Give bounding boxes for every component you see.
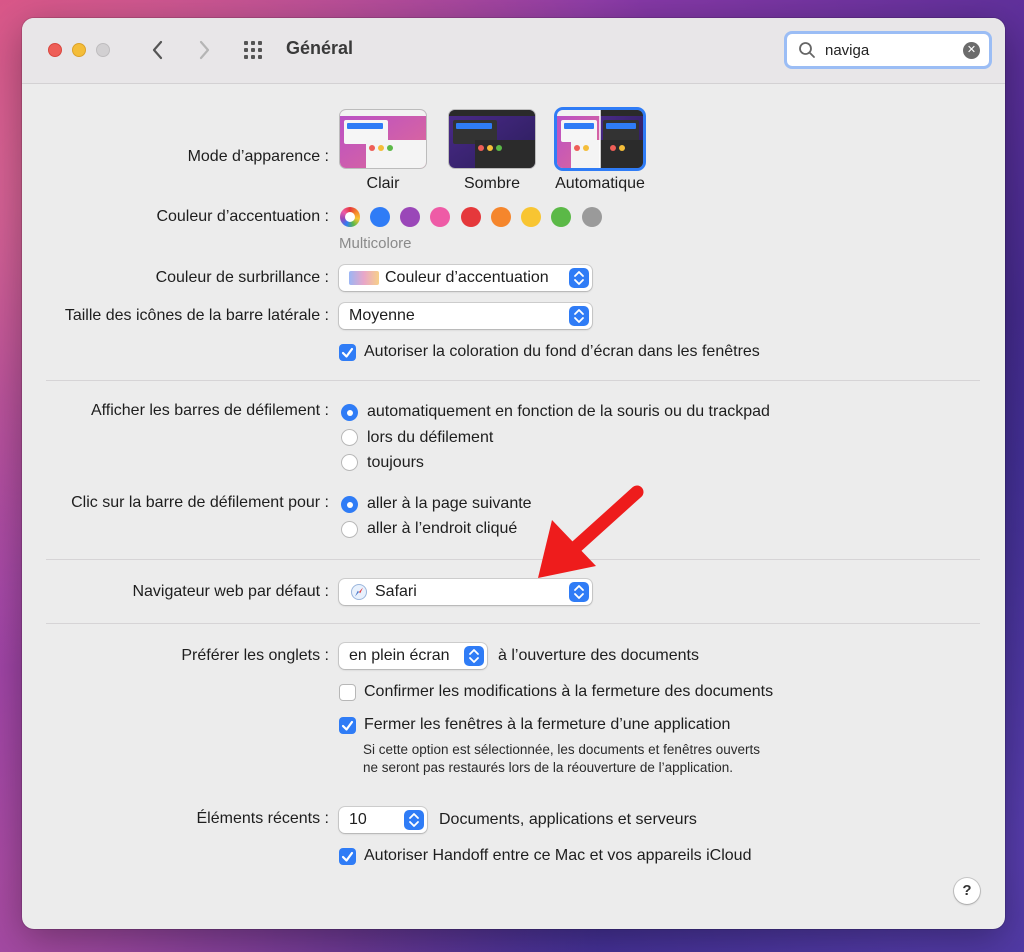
appearance-option-clair: Clair (366, 175, 400, 192)
search-input[interactable]: naviga (825, 42, 869, 59)
accent-swatch-multicolor[interactable] (340, 207, 360, 227)
checkmark-icon (341, 720, 354, 731)
scrollbars-option-always: toujours (367, 454, 424, 471)
handoff-checkbox[interactable] (339, 848, 356, 865)
close-window-button[interactable] (48, 43, 62, 57)
accent-swatch-pink[interactable] (430, 207, 450, 227)
recent-items-popup[interactable]: 10 (339, 807, 427, 833)
scrollbars-radio-scrolling[interactable] (341, 429, 358, 446)
scrollbars-radio-always[interactable] (341, 454, 358, 471)
accent-selected-name: Multicolore (339, 235, 412, 252)
sidebar-icon-size-popup[interactable]: Moyenne (339, 303, 592, 329)
light-mode-preview-icon (340, 110, 426, 168)
popup-stepper-icon (464, 646, 484, 666)
scroll-click-radio-next-page[interactable] (341, 496, 358, 513)
clear-search-icon[interactable]: ✕ (963, 42, 980, 59)
wallpaper-tint-label: Autoriser la coloration du fond d’écran … (364, 343, 760, 360)
accent-color-label: Couleur d’accentuation : (156, 208, 329, 225)
divider (46, 559, 980, 560)
confirm-changes-label: Confirmer les modifications à la fermetu… (364, 683, 774, 700)
appearance-option-automatique: Automatique (555, 175, 645, 192)
titlebar: Général naviga ✕ (22, 18, 1005, 84)
appearance-option-sombre: Sombre (463, 175, 521, 192)
zoom-window-button[interactable] (96, 43, 110, 57)
accent-swatch-red[interactable] (461, 207, 481, 227)
scrollbars-radio-auto[interactable] (341, 404, 358, 421)
highlight-color-label: Couleur de surbrillance : (155, 269, 329, 286)
prefer-tabs-value: en plein écran (349, 647, 450, 664)
search-field[interactable]: naviga ✕ (784, 31, 992, 69)
accent-swatch-yellow[interactable] (521, 207, 541, 227)
scroll-click-label: Clic sur la barre de défilement pour : (71, 494, 329, 511)
close-windows-checkbox[interactable] (339, 717, 356, 734)
close-windows-note: Si cette option est sélectionnée, les do… (363, 742, 760, 775)
scrollbars-option-auto: automatiquement en fonction de la souris… (367, 403, 770, 420)
appearance-light-thumbnail[interactable] (340, 110, 426, 168)
auto-mode-preview-icon (557, 110, 643, 168)
scroll-click-radio-clicked-spot[interactable] (341, 521, 358, 538)
accent-swatch-graphite[interactable] (582, 207, 602, 227)
dark-mode-preview-icon (449, 110, 535, 168)
checkmark-icon (341, 851, 354, 862)
chevron-left-icon (152, 40, 163, 60)
minimize-window-button[interactable] (72, 43, 86, 57)
safari-icon (351, 584, 367, 600)
accent-swatch-blue[interactable] (370, 207, 390, 227)
close-windows-label: Fermer les fenêtres à la fermeture d’une… (364, 716, 731, 733)
appearance-auto-thumbnail[interactable] (557, 110, 643, 168)
recent-items-label: Éléments récents : (196, 810, 330, 827)
help-button[interactable]: ? (954, 878, 980, 904)
recent-items-suffix: Documents, applications et serveurs (439, 811, 697, 828)
wallpaper-tint-checkbox[interactable] (339, 344, 356, 361)
grid-icon (244, 41, 262, 59)
checkmark-icon (341, 347, 354, 358)
popup-stepper-icon (569, 306, 589, 326)
confirm-changes-checkbox[interactable] (339, 684, 356, 701)
scrollbars-option-scrolling: lors du défilement (367, 429, 494, 446)
scroll-click-option-clicked-spot: aller à l’endroit cliqué (367, 520, 518, 537)
accent-swatch-orange[interactable] (491, 207, 511, 227)
divider (46, 380, 980, 381)
back-button[interactable] (146, 36, 170, 64)
popup-stepper-icon (569, 268, 589, 288)
system-preferences-window: Général naviga ✕ Mode d’apparence : Clai… (22, 18, 1005, 929)
scrollbars-label: Afficher les barres de défilement : (90, 402, 329, 419)
accent-swatch-green[interactable] (551, 207, 571, 227)
prefer-tabs-popup[interactable]: en plein écran (339, 643, 487, 669)
scroll-click-option-next-page: aller à la page suivante (367, 495, 532, 512)
default-browser-label: Navigateur web par défaut : (132, 583, 329, 600)
sidebar-icon-size-label: Taille des icônes de la barre latérale : (64, 307, 329, 324)
recent-items-value: 10 (349, 811, 367, 828)
highlight-color-value: Couleur d’accentuation (385, 269, 549, 286)
sidebar-icon-size-value: Moyenne (349, 307, 415, 324)
appearance-dark-thumbnail[interactable] (449, 110, 535, 168)
default-browser-popup[interactable]: Safari (339, 579, 592, 605)
prefer-tabs-label: Préférer les onglets : (181, 647, 329, 664)
window-title: Général (286, 38, 354, 58)
popup-stepper-icon (569, 582, 589, 602)
show-all-button[interactable] (242, 39, 266, 61)
highlight-color-popup[interactable]: Couleur d’accentuation (339, 265, 592, 291)
divider (46, 623, 980, 624)
forward-button[interactable] (192, 36, 216, 64)
chevron-right-icon (199, 40, 210, 60)
popup-stepper-icon (404, 810, 424, 830)
search-icon (799, 42, 815, 58)
accent-swatch-purple[interactable] (400, 207, 420, 227)
appearance-label: Mode d’apparence : (187, 148, 329, 165)
default-browser-value: Safari (375, 583, 417, 600)
highlight-swatch-icon (349, 271, 379, 285)
prefer-tabs-suffix: à l’ouverture des documents (498, 647, 699, 664)
handoff-label: Autoriser Handoff entre ce Mac et vos ap… (364, 847, 752, 864)
